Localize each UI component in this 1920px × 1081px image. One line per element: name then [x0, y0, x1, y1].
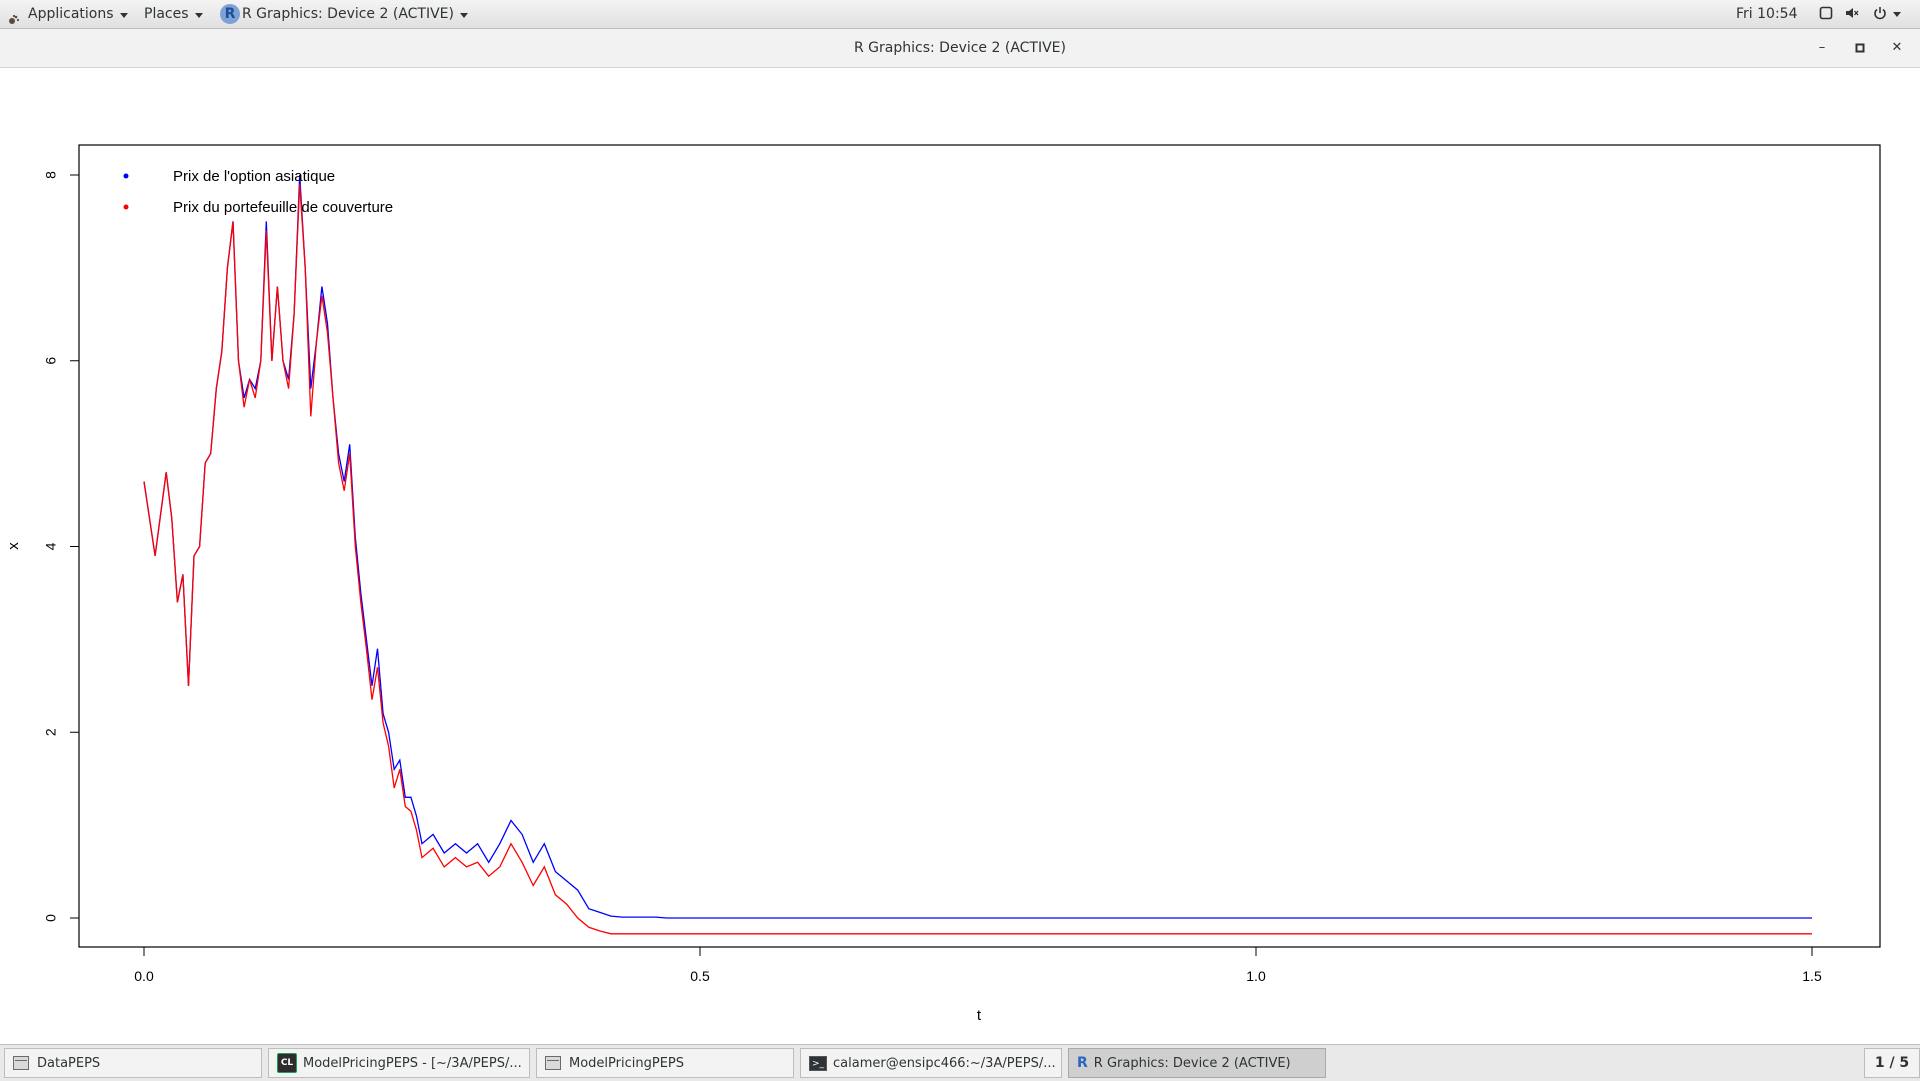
- places-menu[interactable]: Places: [144, 0, 203, 28]
- window-icon: [545, 1056, 561, 1070]
- clion-icon: CL: [277, 1053, 297, 1073]
- clock[interactable]: Fri 10:54: [1736, 0, 1797, 28]
- task-terminal[interactable]: >_ calamer@ensipc466:~/3A/PEPS/...: [800, 1048, 1062, 1078]
- task-modelpricingpeps-ide[interactable]: CL ModelPricingPEPS - [~/3A/PEPS/...: [268, 1048, 530, 1078]
- task-label: R Graphics: Device 2 (ACTIVE): [1093, 1055, 1291, 1071]
- power-icon[interactable]: [1873, 6, 1887, 20]
- chevron-down-icon: [194, 12, 203, 18]
- chevron-down-icon: [460, 12, 468, 18]
- y-tick-label: 0: [43, 914, 59, 922]
- legend-marker: [123, 173, 129, 179]
- series-line-1: [143, 184, 1812, 935]
- x-axis-label: t: [977, 1007, 982, 1024]
- places-label: Places: [144, 6, 189, 22]
- active-app-label: R Graphics: Device 2 (ACTIVE): [242, 6, 454, 22]
- applications-label: Applications: [28, 6, 114, 22]
- x-axis: 0.0 0.5 1.0 1.5: [134, 946, 1822, 984]
- task-label: ModelPricingPEPS - [~/3A/PEPS/...: [303, 1055, 522, 1071]
- x-tick-label: 0.5: [690, 968, 710, 984]
- maximize-icon: [1855, 43, 1865, 53]
- task-modelpricingpeps[interactable]: ModelPricingPEPS: [536, 1048, 794, 1078]
- y-tick-label: 8: [43, 171, 59, 179]
- minimize-button[interactable]: –: [1812, 38, 1832, 58]
- series-layer: [143, 174, 1812, 935]
- screen-icon[interactable]: [1819, 6, 1833, 20]
- chevron-down-icon: [119, 12, 128, 18]
- x-tick-label: 0.0: [134, 968, 154, 984]
- clock-label: Fri 10:54: [1736, 6, 1798, 22]
- y-tick-label: 2: [43, 728, 59, 736]
- chevron-down-icon[interactable]: [1893, 12, 1901, 17]
- r-logo-icon: R: [1077, 1055, 1088, 1071]
- legend: Prix de l'option asiatique Prix du portef…: [123, 168, 393, 216]
- series-line-0: [143, 174, 1812, 919]
- active-app-menu[interactable]: R R Graphics: Device 2 (ACTIVE): [220, 0, 468, 28]
- legend-label: Prix du portefeuille de couverture: [173, 199, 393, 216]
- applications-menu[interactable]: Applications: [8, 0, 128, 28]
- legend-label: Prix de l'option asiatique: [173, 168, 335, 185]
- window-title: R Graphics: Device 2 (ACTIVE): [854, 40, 1066, 56]
- terminal-icon: >_: [809, 1055, 827, 1071]
- x-tick-label: 1.5: [1802, 968, 1822, 984]
- y-axis-label: x: [5, 542, 22, 550]
- window-titlebar[interactable]: R Graphics: Device 2 (ACTIVE) – ✕: [0, 29, 1920, 68]
- close-button[interactable]: ✕: [1887, 38, 1907, 58]
- plot-box: [78, 144, 1881, 948]
- top-panel: Applications Places R R Graphics: Device…: [0, 0, 1920, 29]
- task-label: calamer@ensipc466:~/3A/PEPS/...: [833, 1055, 1056, 1071]
- task-label: ModelPricingPEPS: [569, 1055, 684, 1071]
- window-icon: [13, 1056, 29, 1070]
- y-tick-label: 4: [43, 542, 59, 550]
- gnome-foot-icon: [8, 8, 20, 24]
- workspace-pager[interactable]: 1 / 5: [1864, 1048, 1920, 1078]
- r-graphics-canvas: 0.0 0.5 1.0 1.5 0 2 4 6 8 t x Prix de l'option …: [5, 144, 1881, 1024]
- task-label: DataPEPS: [37, 1055, 101, 1071]
- x-tick-label: 1.0: [1246, 968, 1266, 984]
- legend-marker: [123, 204, 129, 210]
- y-tick-label: 6: [43, 357, 59, 365]
- task-datapeps[interactable]: DataPEPS: [4, 1048, 262, 1078]
- maximize-button[interactable]: [1850, 38, 1870, 58]
- speaker-muted-icon[interactable]: [1845, 6, 1859, 20]
- r-logo-icon: R: [220, 4, 240, 24]
- y-axis: 0 2 4 6 8: [43, 171, 80, 922]
- task-r-graphics[interactable]: R R Graphics: Device 2 (ACTIVE): [1068, 1048, 1326, 1078]
- bottom-taskbar: DataPEPS CL ModelPricingPEPS - [~/3A/PEP…: [0, 1044, 1920, 1081]
